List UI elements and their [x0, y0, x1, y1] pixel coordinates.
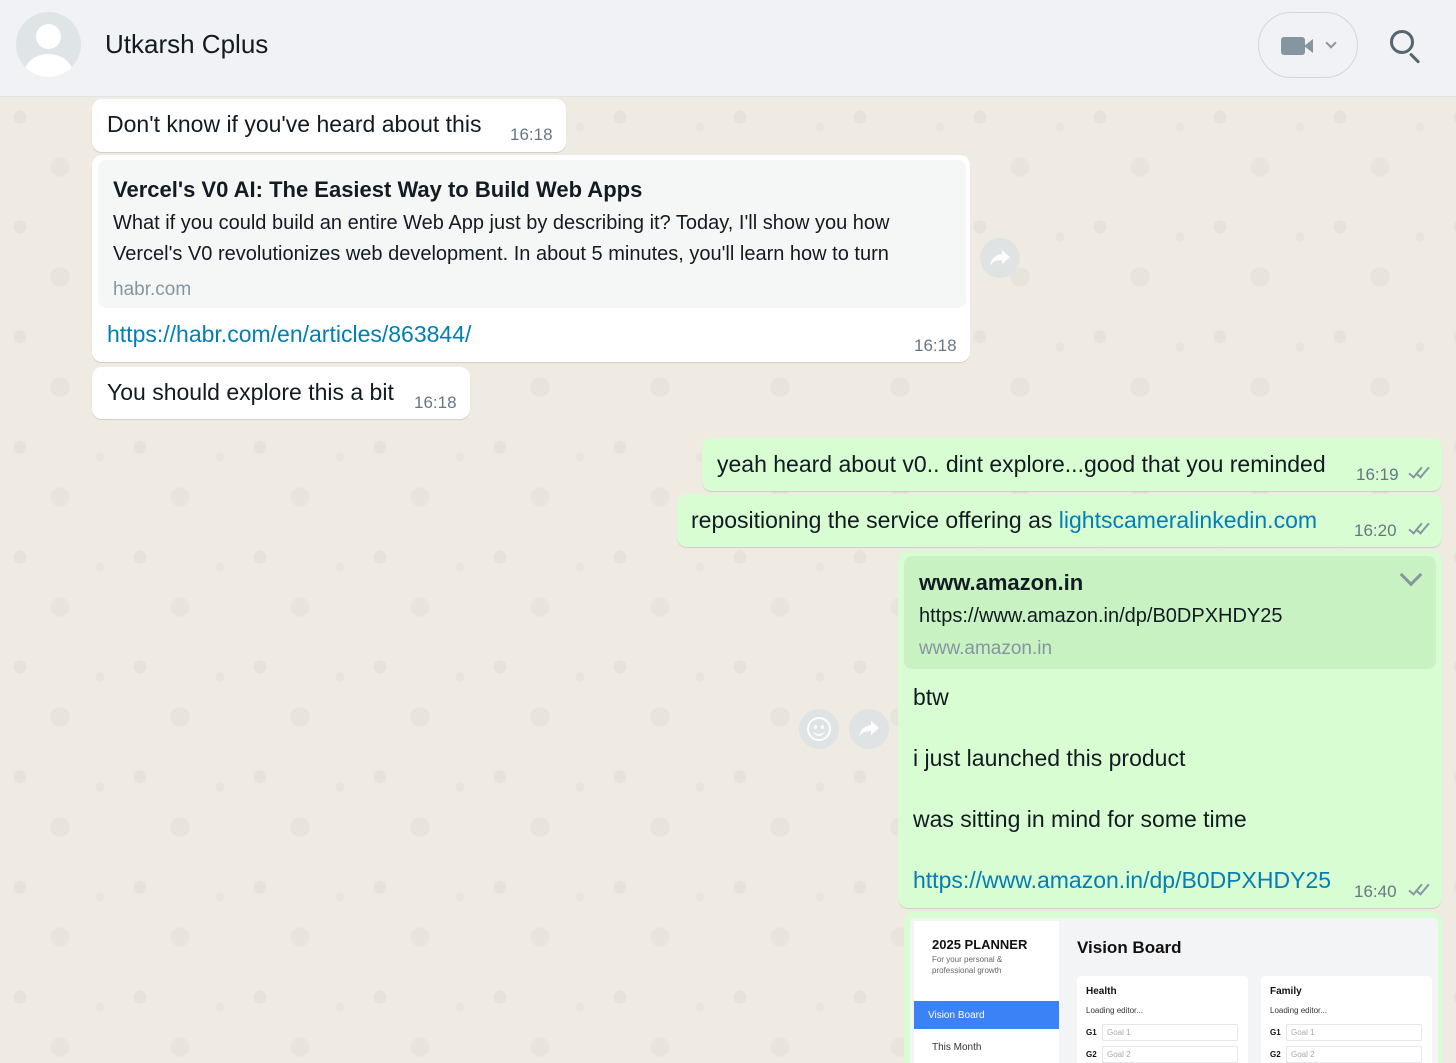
message-link[interactable]: https://habr.com/en/articles/863844/ — [107, 321, 471, 348]
goal-field: Goal 2 — [1286, 1046, 1422, 1063]
message-text-prefix: repositioning the service offering as — [691, 507, 1059, 533]
double-check-icon — [1408, 880, 1436, 897]
message-time: 16:18 — [414, 393, 457, 412]
emoji-smiley-icon — [807, 717, 831, 741]
planner-subtitle: For your personal & professional growth — [932, 955, 1003, 975]
search-icon[interactable] — [1390, 30, 1424, 64]
goal-field: Goal 2 — [1102, 1046, 1238, 1063]
forward-button[interactable] — [980, 238, 1020, 278]
planner-title: 2025 PLANNER — [932, 937, 1028, 952]
message-bubble-incoming[interactable]: Don't know if you've heard about this 16… — [92, 99, 566, 152]
link-preview-card[interactable]: www.amazon.in https://www.amazon.in/dp/B… — [904, 556, 1436, 669]
planner-card-status: Loading editor... — [1086, 1006, 1143, 1015]
planner-nav-active: Vision Board — [914, 1001, 1059, 1029]
message-bubble-incoming[interactable]: You should explore this a bit 16:18 — [92, 367, 470, 419]
planner-card: Health Loading editor... G1 Goal 1 G2 Go… — [1077, 976, 1248, 1063]
message-bubble-outgoing[interactable]: repositioning the service offering as li… — [677, 494, 1442, 547]
link-preview-title: www.amazon.in — [919, 570, 1084, 595]
goal-label: G1 — [1086, 1028, 1097, 1037]
link-preview-card[interactable]: Vercel's V0 AI: The Easiest Way to Build… — [98, 160, 966, 308]
message-text-line: btw — [913, 684, 949, 710]
double-check-icon — [1408, 519, 1436, 536]
goal-label: G2 — [1086, 1050, 1097, 1059]
message-time: 16:19 — [1356, 465, 1399, 484]
forward-arrow-icon — [859, 721, 879, 737]
goal-placeholder: Goal 1 — [1291, 1028, 1315, 1037]
message-text: yeah heard about v0.. dint explore...goo… — [717, 451, 1326, 477]
link-preview-domain: habr.com — [113, 279, 192, 300]
link-preview-description: What if you could build an entire Web Ap… — [113, 212, 890, 265]
message-text-line: i just launched this product — [913, 745, 1186, 771]
goal-label: G2 — [1270, 1050, 1281, 1059]
message-text: Don't know if you've heard about this — [107, 111, 482, 137]
emoji-reaction-button[interactable] — [799, 709, 839, 749]
forward-button[interactable] — [849, 709, 889, 749]
planner-heading: Vision Board — [1077, 938, 1182, 957]
goal-placeholder: Goal 1 — [1107, 1028, 1131, 1037]
planner-nav-active-label: Vision Board — [928, 1010, 985, 1021]
goal-field: Goal 1 — [1286, 1024, 1422, 1041]
message-bubble-outgoing[interactable]: www.amazon.in https://www.amazon.in/dp/B… — [898, 551, 1442, 908]
link-preview-title: Vercel's V0 AI: The Easiest Way to Build… — [113, 177, 643, 202]
video-camera-icon — [1281, 37, 1305, 55]
contact-name[interactable]: Utkarsh Cplus — [105, 29, 268, 60]
planner-card: Family Loading editor... G1 Goal 1 G2 Go… — [1261, 976, 1432, 1063]
message-text-line: was sitting in mind for some time — [913, 806, 1247, 832]
planner-image[interactable]: 2025 PLANNER For your personal & profess… — [910, 918, 1438, 1063]
message-time: 16:18 — [510, 125, 553, 144]
goal-field: Goal 1 — [1102, 1024, 1238, 1041]
message-link[interactable]: https://www.amazon.in/dp/B0DPXHDY25 — [913, 867, 1331, 894]
forward-arrow-icon — [990, 250, 1010, 266]
double-check-icon — [1408, 463, 1436, 480]
planner-card-title: Family — [1270, 986, 1302, 997]
planner-card-status: Loading editor... — [1270, 1006, 1327, 1015]
default-avatar-icon — [36, 24, 61, 49]
chevron-down-icon — [1325, 37, 1337, 49]
message-bubble-incoming[interactable]: Vercel's V0 AI: The Easiest Way to Build… — [92, 155, 970, 362]
link-preview-description: https://www.amazon.in/dp/B0DPXHDY25 — [919, 605, 1283, 627]
message-link[interactable]: lightscameralinkedin.com — [1059, 507, 1317, 533]
message-time: 16:18 — [914, 336, 957, 355]
message-time: 16:40 — [1354, 882, 1397, 901]
message-time: 16:20 — [1354, 521, 1397, 540]
chat-header: Utkarsh Cplus — [0, 0, 1456, 97]
goal-placeholder: Goal 2 — [1107, 1050, 1131, 1059]
link-preview-domain: www.amazon.in — [919, 638, 1053, 659]
avatar[interactable] — [16, 12, 81, 77]
message-bubble-outgoing[interactable]: yeah heard about v0.. dint explore...goo… — [702, 438, 1442, 491]
message-text: You should explore this a bit — [107, 379, 394, 405]
planner-nav-item: This Month — [932, 1042, 982, 1053]
video-call-button[interactable] — [1258, 12, 1358, 78]
goal-placeholder: Goal 2 — [1291, 1050, 1315, 1059]
message-text: repositioning the service offering as li… — [691, 507, 1317, 534]
goal-label: G1 — [1270, 1028, 1281, 1037]
planner-card-title: Health — [1086, 986, 1117, 997]
planner-sidebar: 2025 PLANNER For your personal & profess… — [914, 921, 1059, 1063]
